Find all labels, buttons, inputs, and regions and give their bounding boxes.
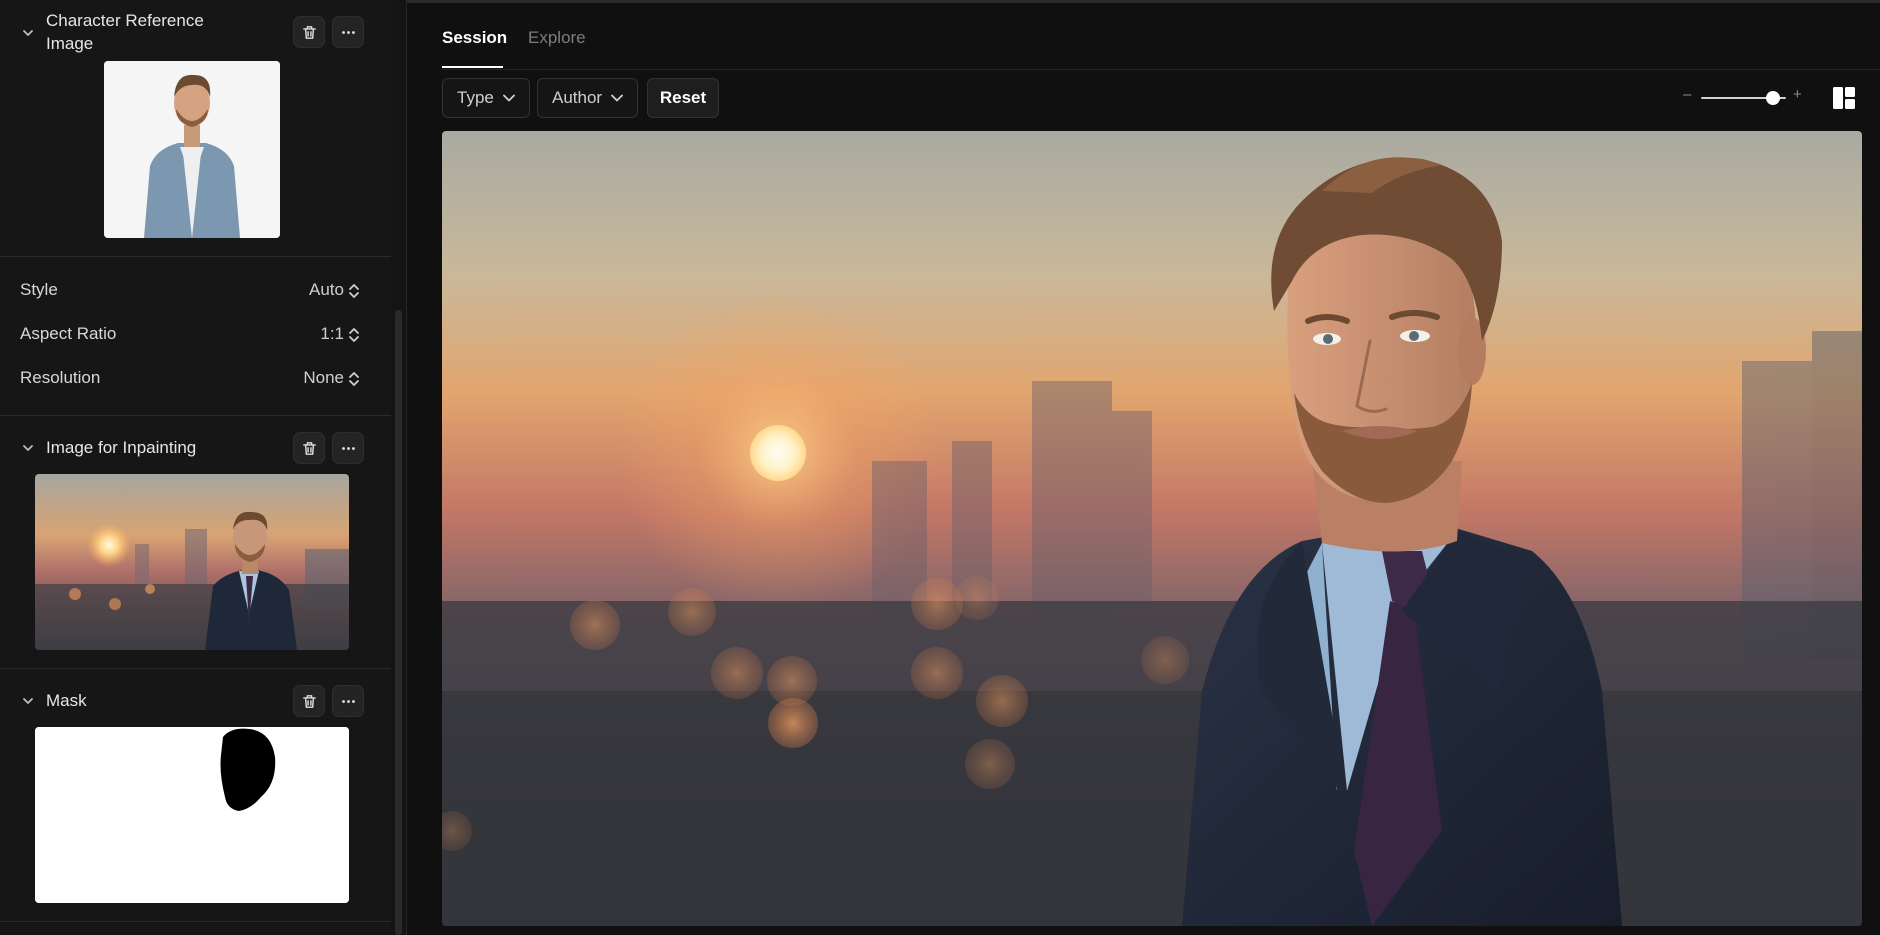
more-horizontal-icon bbox=[341, 30, 355, 34]
reset-button[interactable]: Reset bbox=[647, 78, 719, 118]
setting-style-label: Style bbox=[20, 280, 58, 299]
trash-icon bbox=[302, 25, 316, 39]
mask-header[interactable]: Mask bbox=[0, 679, 391, 723]
tabs-divider bbox=[442, 69, 1880, 70]
main-area: Session Explore Type Author Reset – + bbox=[407, 0, 1880, 935]
generated-image-art bbox=[442, 131, 1862, 926]
character-reference-title-line2: Image bbox=[46, 34, 94, 53]
character-reference-thumbnail[interactable] bbox=[104, 61, 280, 238]
character-reference-header[interactable]: Character Reference Image bbox=[0, 6, 391, 56]
chevron-down-icon[interactable] bbox=[22, 442, 34, 454]
trash-icon bbox=[302, 441, 316, 455]
chevron-down-icon bbox=[502, 94, 515, 102]
setting-style-value: Auto bbox=[309, 280, 344, 299]
settings-section: Style Auto Aspect Ratio 1:1 Resolution N… bbox=[0, 257, 391, 415]
mask-section: Mask bbox=[0, 669, 391, 921]
character-reference-title-line1: Character Reference bbox=[46, 11, 204, 30]
generated-image[interactable] bbox=[442, 131, 1862, 926]
chevron-up-down-icon[interactable] bbox=[348, 370, 360, 388]
setting-aspect-ratio-label: Aspect Ratio bbox=[20, 324, 117, 343]
inpainting-title: Image for Inpainting bbox=[46, 438, 197, 457]
more-horizontal-icon bbox=[341, 699, 355, 703]
tab-explore[interactable]: Explore bbox=[528, 28, 586, 48]
active-tab-indicator bbox=[442, 66, 503, 68]
delete-character-reference-button[interactable] bbox=[293, 16, 325, 48]
mask-thumbnail[interactable] bbox=[35, 727, 349, 903]
delete-inpainting-button[interactable] bbox=[293, 432, 325, 464]
author-filter-label: Author bbox=[552, 88, 603, 107]
more-horizontal-icon bbox=[341, 446, 355, 450]
layout-grid-icon[interactable] bbox=[1832, 86, 1856, 110]
zoom-slider-handle[interactable] bbox=[1766, 91, 1781, 105]
setting-resolution-value: None bbox=[303, 368, 344, 387]
type-filter-button[interactable]: Type bbox=[442, 78, 530, 118]
type-filter-label: Type bbox=[457, 88, 494, 107]
panel-scroll-thumb[interactable] bbox=[395, 310, 402, 935]
chevron-down-icon bbox=[611, 94, 623, 102]
zoom-in-button[interactable]: + bbox=[1793, 86, 1802, 103]
author-filter-button[interactable]: Author bbox=[537, 78, 639, 118]
zoom-out-button[interactable]: – bbox=[1683, 86, 1691, 103]
setting-aspect-ratio[interactable]: Aspect Ratio 1:1 bbox=[0, 316, 391, 352]
more-character-reference-button[interactable] bbox=[332, 16, 364, 48]
setting-resolution[interactable]: Resolution None bbox=[0, 360, 391, 396]
more-mask-button[interactable] bbox=[332, 685, 364, 717]
inpainting-image bbox=[35, 474, 349, 650]
tab-session[interactable]: Session bbox=[442, 28, 507, 48]
chevron-up-down-icon[interactable] bbox=[348, 326, 360, 344]
mask-title: Mask bbox=[46, 691, 87, 710]
mask-image bbox=[35, 727, 349, 903]
top-border bbox=[407, 0, 1880, 3]
divider bbox=[0, 921, 391, 922]
chevron-down-icon[interactable] bbox=[22, 695, 34, 707]
chevron-down-icon[interactable] bbox=[22, 27, 34, 39]
character-reference-section: Character Reference Image bbox=[0, 0, 391, 256]
inpainting-thumbnail[interactable] bbox=[35, 474, 349, 650]
inpainting-header[interactable]: Image for Inpainting bbox=[0, 426, 391, 470]
more-inpainting-button[interactable] bbox=[332, 432, 364, 464]
left-panel: Character Reference Image Style Auto Asp… bbox=[0, 0, 391, 935]
trash-icon bbox=[302, 694, 316, 708]
chevron-up-down-icon[interactable] bbox=[348, 282, 360, 300]
setting-style[interactable]: Style Auto bbox=[0, 272, 391, 308]
character-reference-title: Character Reference Image bbox=[46, 9, 204, 55]
character-reference-image bbox=[104, 61, 280, 238]
inpainting-section: Image for Inpainting bbox=[0, 416, 391, 668]
delete-mask-button[interactable] bbox=[293, 685, 325, 717]
setting-resolution-label: Resolution bbox=[20, 368, 101, 387]
setting-aspect-ratio-value: 1:1 bbox=[320, 324, 344, 343]
